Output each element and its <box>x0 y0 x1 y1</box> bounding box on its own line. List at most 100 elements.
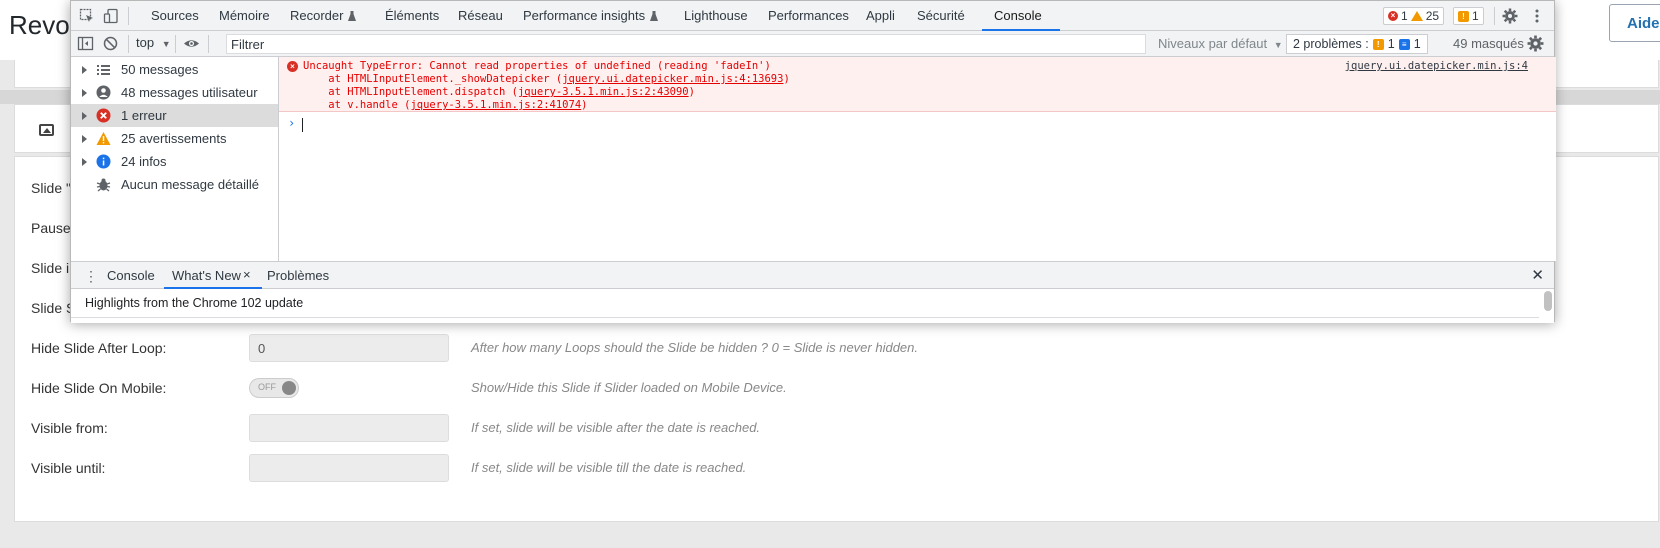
setting-label: Slide S <box>31 300 76 316</box>
setting-description: If set, slide will be visible till the d… <box>471 460 747 475</box>
toggle-sidebar-icon[interactable] <box>77 35 94 52</box>
drawer-tab-whats-new[interactable]: What's New <box>172 268 241 283</box>
setting-label: Hide Slide On Mobile: <box>31 380 167 396</box>
visible-from-input[interactable] <box>249 414 449 442</box>
info-icon <box>96 154 111 169</box>
error-icon <box>96 108 111 123</box>
drawer-scrollbar[interactable] <box>1544 291 1552 311</box>
error-source-link[interactable]: jquery.ui.datepicker.min.js:4 <box>1345 60 1528 72</box>
stack-frame-suffix: ) <box>783 73 790 85</box>
toolbar-divider <box>175 35 176 53</box>
devtools-window: Sources Mémoire Recorder Éléments Réseau… <box>70 0 1556 323</box>
expand-arrow-icon[interactable] <box>82 66 87 74</box>
problems-warning-count: 1 <box>1387 37 1395 51</box>
user-icon <box>96 85 111 100</box>
clear-console-icon[interactable] <box>102 35 119 52</box>
tabstrip-divider <box>1494 7 1495 25</box>
setting-label: Slide " <box>31 180 71 196</box>
close-tab-icon[interactable]: × <box>243 267 251 282</box>
stack-frame-prefix: at HTMLInputElement._showDatepicker ( <box>303 73 563 85</box>
setting-label: Slide i <box>31 260 70 276</box>
issue-icon: ! <box>1458 10 1469 22</box>
tab-lighthouse[interactable]: Lighthouse <box>684 1 748 31</box>
sidebar-item-warnings[interactable]: 25 avertissements <box>71 127 278 150</box>
tab-securite[interactable]: Sécurité <box>917 1 965 31</box>
stack-frame: at HTMLInputElement.dispatch (jquery-3.5… <box>303 86 695 98</box>
tab-recorder[interactable]: Recorder <box>290 1 357 31</box>
help-button[interactable]: Aide <box>1609 4 1660 42</box>
tab-reseau[interactable]: Réseau <box>458 1 503 31</box>
setting-row: Visible from: If set, slide will be visi… <box>31 414 1531 442</box>
sidebar-item-messages[interactable]: 50 messages <box>71 58 278 81</box>
tab-recorder-label: Recorder <box>290 8 344 23</box>
problems-button[interactable]: 2 problèmes : ! 1 ≡ 1 <box>1286 34 1428 54</box>
sidebar-item-user-messages[interactable]: 48 messages utilisateur <box>71 81 278 104</box>
console-messages: × Uncaught TypeError: Cannot read proper… <box>279 57 1556 261</box>
sidebar-item-info[interactable]: 24 infos <box>71 150 278 173</box>
issue-info-icon: ≡ <box>1398 38 1410 50</box>
setting-label: Visible from: <box>31 420 108 436</box>
tab-performances[interactable]: Performances <box>768 1 849 31</box>
error-icon: × <box>287 61 298 72</box>
tab-elements[interactable]: Éléments <box>385 1 439 31</box>
stack-frame-link[interactable]: jquery-3.5.1.min.js:2:41074 <box>410 99 581 111</box>
drawer-menu-icon[interactable]: ⋮ <box>84 268 98 285</box>
expand-arrow-icon[interactable] <box>82 135 87 143</box>
sidebar-label: 25 avertissements <box>121 131 227 146</box>
settings-gear-icon[interactable] <box>1502 8 1518 24</box>
experiment-flask-icon <box>650 11 659 21</box>
console-input[interactable] <box>302 118 303 132</box>
warning-count: 25 <box>1425 9 1440 23</box>
drawer-tab-console[interactable]: Console <box>107 268 155 283</box>
tab-sources[interactable]: Sources <box>151 1 199 31</box>
tab-memoire[interactable]: Mémoire <box>219 1 270 31</box>
console-sidebar: 50 messages 48 messages utilisateur 1 er… <box>71 57 279 261</box>
visible-until-input[interactable] <box>249 454 449 482</box>
sidebar-label: 50 messages <box>121 62 199 77</box>
log-levels-dropdown[interactable]: Niveaux par défaut ▼ <box>1158 36 1283 51</box>
bug-icon <box>96 177 111 192</box>
tab-appli[interactable]: Appli <box>866 1 895 31</box>
tab-performance-insights[interactable]: Performance insights <box>523 1 659 31</box>
setting-label: Pause <box>31 220 71 236</box>
stack-frame-link[interactable]: jquery.ui.datepicker.min.js:4:13693 <box>562 73 783 85</box>
toolbar-divider <box>208 35 209 53</box>
chevron-down-icon: ▼ <box>161 39 171 49</box>
stack-frame-link[interactable]: jquery-3.5.1.min.js:2:43090 <box>518 86 689 98</box>
context-selector[interactable]: top ▼ <box>136 35 171 50</box>
tabstrip-divider <box>128 7 129 25</box>
expand-arrow-icon[interactable] <box>82 89 87 97</box>
console-settings-gear-icon[interactable] <box>1527 35 1544 52</box>
tab-console[interactable]: Console <box>994 1 1042 31</box>
issues-counter-button[interactable]: ! 1 <box>1453 7 1484 25</box>
stack-frame-suffix: ) <box>688 86 695 98</box>
hide-on-mobile-toggle[interactable]: OFF <box>249 378 299 398</box>
inspect-element-icon[interactable] <box>79 8 95 24</box>
toggle-knob <box>282 381 296 395</box>
sidebar-item-errors[interactable]: 1 erreur <box>71 104 278 127</box>
image-icon <box>39 124 54 136</box>
filter-input[interactable]: Filtrer <box>226 34 1146 54</box>
drawer-panel: ⋮ Console What's New × Problèmes ✕ Highl… <box>71 261 1554 323</box>
sidebar-item-verbose[interactable]: Aucun message détaillé <box>71 173 278 196</box>
device-toolbar-icon[interactable] <box>103 8 119 24</box>
close-drawer-icon[interactable]: ✕ <box>1531 266 1544 284</box>
expand-arrow-icon[interactable] <box>82 112 87 120</box>
log-levels-label: Niveaux par défaut <box>1158 36 1268 51</box>
drawer-tab-problems[interactable]: Problèmes <box>267 268 329 283</box>
stack-frame-prefix: at HTMLInputElement.dispatch ( <box>303 86 518 98</box>
more-options-icon[interactable] <box>1529 8 1545 24</box>
sidebar-label: Aucun message détaillé <box>121 177 260 192</box>
active-drawer-tab-indicator <box>164 287 262 289</box>
expand-arrow-icon[interactable] <box>82 158 87 166</box>
setting-row: Visible until: If set, slide will be vis… <box>31 454 1531 482</box>
issue-counter-button[interactable]: × 1 25 <box>1383 7 1445 25</box>
warning-icon <box>96 131 111 146</box>
problems-label: 2 problèmes : <box>1293 37 1369 51</box>
setting-description: If set, slide will be visible after the … <box>471 420 761 435</box>
error-icon: × <box>1388 11 1398 21</box>
toolbar-divider <box>128 35 129 53</box>
live-expression-eye-icon[interactable] <box>183 35 200 52</box>
hide-after-loop-input[interactable]: 0 <box>249 334 449 362</box>
list-icon <box>96 62 111 77</box>
